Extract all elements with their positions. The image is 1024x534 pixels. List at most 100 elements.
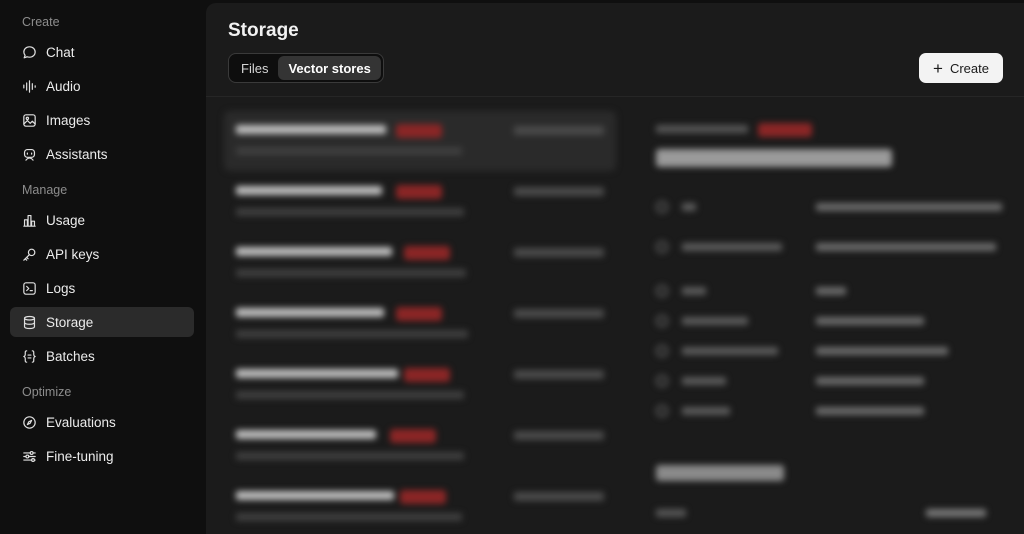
list-item-date xyxy=(514,309,604,318)
sidebar-item-label: Images xyxy=(46,112,91,128)
list-item-date xyxy=(514,370,604,379)
detail-row-value xyxy=(816,203,1002,211)
list-item-date xyxy=(514,431,604,440)
list-item-name xyxy=(236,186,382,195)
list-item[interactable] xyxy=(224,416,616,476)
detail-row xyxy=(656,343,1006,359)
tab-vector-stores[interactable]: Vector stores xyxy=(278,56,381,80)
sidebar-item-label: Batches xyxy=(46,348,95,364)
storage-tabs: Files Vector stores xyxy=(228,53,384,83)
detail-title xyxy=(656,149,892,167)
sidebar-item-api-keys[interactable]: API keys xyxy=(10,239,194,269)
list-item-date xyxy=(514,187,604,196)
sidebar: Create Chat Audio Images Assistants Mana… xyxy=(0,0,205,534)
detail-row-key xyxy=(682,317,748,325)
list-item[interactable] xyxy=(224,477,616,534)
sidebar-item-label: API keys xyxy=(46,246,100,262)
list-item-subtitle xyxy=(236,391,464,399)
tab-files[interactable]: Files xyxy=(231,56,278,80)
status-badge xyxy=(396,124,442,138)
status-badge xyxy=(404,368,450,382)
detail-row-key xyxy=(682,203,696,211)
page-title: Storage xyxy=(228,20,299,41)
sidebar-item-label: Chat xyxy=(46,44,75,60)
list-item[interactable] xyxy=(224,233,616,293)
detail-row-value xyxy=(816,407,924,415)
sidebar-item-usage[interactable]: Usage xyxy=(10,205,194,235)
create-button-label: Create xyxy=(949,60,989,76)
detail-row-icon xyxy=(656,241,668,253)
list-item-name xyxy=(236,247,392,256)
list-item[interactable] xyxy=(224,111,616,171)
key-icon xyxy=(20,245,38,263)
list-item-date xyxy=(514,126,604,135)
list-item-subtitle xyxy=(236,513,462,521)
list-item-date xyxy=(514,492,604,501)
sidebar-item-label: Evaluations xyxy=(46,414,116,430)
detail-row xyxy=(656,199,1006,215)
terminal-icon xyxy=(20,279,38,297)
create-button[interactable]: + Create xyxy=(919,53,1003,83)
vector-store-list xyxy=(224,111,616,534)
sidebar-item-storage[interactable]: Storage xyxy=(10,307,194,337)
assistant-bot-icon xyxy=(20,145,38,163)
detail-row-value xyxy=(816,287,846,295)
list-item-subtitle xyxy=(236,452,464,460)
sidebar-item-fine-tuning[interactable]: Fine-tuning xyxy=(10,441,194,471)
sidebar-item-batches[interactable]: Batches xyxy=(10,341,194,371)
vector-store-detail xyxy=(636,111,1016,534)
files-column-header xyxy=(656,509,686,517)
audio-waveform-icon xyxy=(20,77,38,95)
sidebar-item-label: Assistants xyxy=(46,146,108,162)
detail-row-icon xyxy=(656,405,668,417)
main-panel: Storage Files Vector stores + Create xyxy=(206,3,1024,534)
database-icon xyxy=(20,313,38,331)
list-item-name xyxy=(236,125,386,134)
files-attached-heading xyxy=(656,465,784,481)
sidebar-item-label: Fine-tuning xyxy=(46,448,114,464)
list-item-name xyxy=(236,369,398,378)
sidebar-item-label: Logs xyxy=(46,280,76,296)
detail-row-value xyxy=(816,317,924,325)
status-badge xyxy=(390,429,436,443)
detail-row-icon xyxy=(656,345,668,357)
list-item[interactable] xyxy=(224,172,616,232)
files-column-header xyxy=(926,509,986,517)
image-icon xyxy=(20,111,38,129)
plus-icon: + xyxy=(933,58,943,78)
status-badge xyxy=(758,123,812,137)
sidebar-item-audio[interactable]: Audio xyxy=(10,71,194,101)
sidebar-item-label: Audio xyxy=(46,78,81,94)
list-item-name xyxy=(236,308,384,317)
detail-row-value xyxy=(816,243,996,251)
sidebar-item-evaluations[interactable]: Evaluations xyxy=(10,407,194,437)
list-item-date xyxy=(514,248,604,257)
detail-row-key xyxy=(682,407,730,415)
section-label-create: Create xyxy=(22,15,60,29)
sidebar-item-chat[interactable]: Chat xyxy=(10,37,194,67)
list-item[interactable] xyxy=(224,294,616,354)
detail-row-value xyxy=(816,377,924,385)
header-divider xyxy=(206,96,1024,97)
list-item-subtitle xyxy=(236,330,468,338)
detail-row-icon xyxy=(656,375,668,387)
sidebar-item-assistants[interactable]: Assistants xyxy=(10,139,194,169)
sliders-icon xyxy=(20,447,38,465)
app-window: Create Chat Audio Images Assistants Mana… xyxy=(0,0,1024,534)
detail-row-key xyxy=(682,377,726,385)
sidebar-item-logs[interactable]: Logs xyxy=(10,273,194,303)
sidebar-item-label: Storage xyxy=(46,314,94,330)
detail-row-value xyxy=(816,347,948,355)
section-label-optimize: Optimize xyxy=(22,385,72,399)
detail-row-key xyxy=(682,347,778,355)
list-item-subtitle xyxy=(236,269,466,277)
list-item[interactable] xyxy=(224,355,616,415)
section-label-manage: Manage xyxy=(22,183,68,197)
sidebar-item-images[interactable]: Images xyxy=(10,105,194,135)
batches-braces-icon xyxy=(20,347,38,365)
list-item-name xyxy=(236,491,394,500)
chat-icon xyxy=(20,43,38,61)
compass-icon xyxy=(20,413,38,431)
status-badge xyxy=(396,185,442,199)
bar-chart-icon xyxy=(20,211,38,229)
